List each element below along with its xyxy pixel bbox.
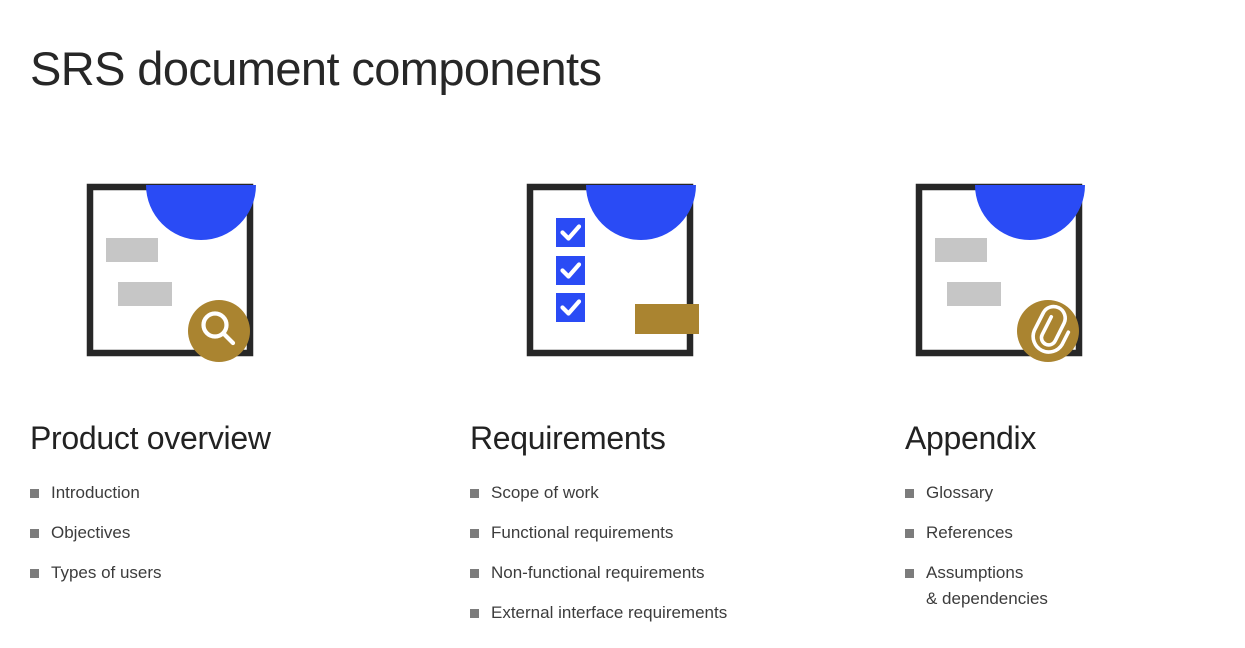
bullet-square-icon [470,569,479,578]
bullet-square-icon [30,569,39,578]
gold-rectangle-badge [635,304,699,334]
bullet-square-icon [905,569,914,578]
document-with-paperclip-icon [905,170,1105,370]
bullet-list: Glossary References Assumptions & depend… [905,480,1048,626]
bullet-list: Scope of work Functional requirements No… [470,480,727,640]
gray-bar [118,282,172,306]
list-item: Non-functional requirements [470,560,727,586]
document-with-magnifier-icon [76,170,276,370]
page-title: SRS document components [30,42,602,95]
column-requirements: Requirements Scope of work Functional re… [470,170,890,622]
list-item: Introduction [30,480,162,506]
list-item: References [905,520,1048,546]
gray-bar [106,238,158,262]
column-heading: Requirements [470,420,666,456]
gray-bar [935,238,987,262]
list-item: Scope of work [470,480,727,506]
column-product-overview: Product overview Introduction Objectives… [30,170,450,582]
checkbox-checked [556,293,585,322]
list-item: Functional requirements [470,520,727,546]
list-item: External interface requirements [470,600,727,626]
list-item-label: Glossary [926,483,994,502]
gray-bar [947,282,1001,306]
bullet-square-icon [30,489,39,498]
list-item-label: External interface requirements [491,603,728,622]
bullet-square-icon [30,529,39,538]
list-item: Assumptions & dependencies [905,560,1048,612]
bullet-list: Introduction Objectives Types of users [30,480,162,600]
list-item: Objectives [30,520,162,546]
bullet-square-icon [470,489,479,498]
column-heading: Appendix [905,420,1037,456]
list-item-label: Assumptions & dependencies [926,563,1048,608]
checkbox-checked [556,256,585,285]
bullet-square-icon [470,529,479,538]
list-item: Types of users [30,560,162,586]
slide-root: SRS document components Product overview… [0,0,1245,648]
bullet-square-icon [905,489,914,498]
list-item-label: Introduction [51,483,140,502]
column-appendix: Appendix Glossary References Assumptions… [905,170,1235,608]
list-item-label: References [926,523,1013,542]
checkbox-checked [556,218,585,247]
list-item-label: Objectives [51,523,131,542]
list-item: Glossary [905,480,1048,506]
gold-circle-badge [188,300,250,362]
bullet-square-icon [470,609,479,618]
list-item-label: Types of users [51,563,162,582]
bullet-square-icon [905,529,914,538]
list-item-label: Non-functional requirements [491,563,705,582]
column-heading: Product overview [30,420,271,456]
document-with-checkboxes-icon [516,170,716,370]
list-item-label: Functional requirements [491,523,674,542]
list-item-label: Scope of work [491,483,599,502]
